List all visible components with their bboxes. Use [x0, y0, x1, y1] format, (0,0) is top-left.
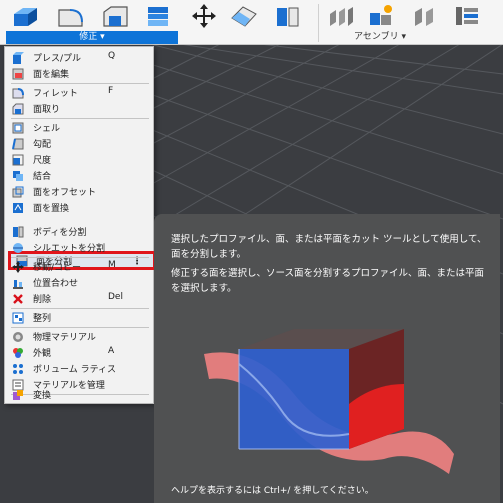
menu-item-label: フィレット: [33, 89, 78, 99]
tooltip-description: 選択したプロファイル、面、または平面をカット ツールとして使用して、面を分割しま…: [171, 234, 487, 260]
tooltip-help-hint: ヘルプを表示するには Ctrl+/ を押してください。: [171, 486, 374, 496]
align-icon: [12, 277, 24, 289]
menu-item-split-body[interactable]: ボディを分割: [5, 224, 153, 240]
chamfer-icon: [12, 103, 24, 115]
menu-divider: [11, 327, 149, 328]
toolbar: 修正 ▾ アセンブリ ▾: [0, 0, 503, 45]
menu-item-shell[interactable]: シェル: [5, 120, 153, 136]
replace-face-icon: [12, 202, 24, 214]
fillet-icon: [12, 87, 24, 99]
shortcut-label: Q: [108, 51, 116, 61]
menu-item-arrange[interactable]: 整列: [5, 310, 153, 326]
menu-divider: [11, 308, 149, 309]
menu-item-label: 面を編集: [33, 70, 70, 80]
menu-item-label: 面取り: [33, 105, 61, 115]
menu-item-press-pull[interactable]: プレス/プル Q: [5, 50, 153, 66]
menu-item-label: 位置合わせ: [33, 279, 79, 289]
joint-icon[interactable]: [326, 2, 356, 30]
menu-item-label: 勾配: [33, 140, 52, 150]
split-face-icon[interactable]: [229, 2, 259, 30]
modify-menu: プレス/プル Q 面を編集 フィレット F 面取り シェル 勾配 尺度 結合 面…: [4, 46, 156, 404]
modify-dropdown[interactable]: 修正 ▾: [6, 31, 178, 44]
volumetric-lattice-icon: [12, 363, 24, 375]
menu-item-label: 外観: [33, 349, 52, 359]
shortcut-label: Del: [108, 292, 123, 302]
as-built-joint-icon[interactable]: [366, 2, 396, 30]
scale-icon: [12, 154, 24, 166]
split-body-icon[interactable]: [273, 2, 303, 30]
assembly-dropdown[interactable]: アセンブリ ▾: [330, 31, 430, 44]
offset-face-icon: [12, 186, 24, 198]
draft-icon: [12, 138, 24, 150]
menu-item-label: ボリューム ラティス: [33, 365, 117, 375]
menu-item-offset-face[interactable]: 面をオフセット: [5, 184, 153, 200]
toolbar-divider: [318, 4, 319, 42]
split-body-icon: [12, 226, 24, 238]
menu-item-combine[interactable]: 結合: [5, 168, 153, 184]
press-pull-icon[interactable]: [10, 2, 40, 30]
menu-item-fillet[interactable]: フィレット F: [5, 85, 153, 101]
menu-item-replace-face[interactable]: 面を置換: [5, 200, 153, 216]
menu-item-align[interactable]: 位置合わせ: [5, 275, 153, 291]
menu-item-appearance[interactable]: 外観 A: [5, 345, 153, 361]
combine-icon: [12, 170, 24, 182]
menu-item-label: 物理マテリアル: [33, 333, 96, 343]
menu-item-label: 面をオフセット: [33, 188, 97, 198]
menu-item-label: 変換: [33, 391, 52, 401]
shell-icon[interactable]: [143, 2, 173, 30]
menu-divider: [11, 257, 149, 258]
menu-item-scale[interactable]: 尺度: [5, 152, 153, 168]
menu-item-label: 削除: [33, 295, 52, 305]
menu-item-move-copy[interactable]: 移動/コピー M: [5, 259, 153, 275]
edit-face-icon: [12, 68, 24, 80]
fillet-icon[interactable]: [56, 2, 86, 30]
move-icon: [12, 261, 24, 273]
shell-icon: [12, 122, 24, 134]
menu-item-label: 移動/コピー: [33, 263, 82, 273]
shortcut-label: F: [108, 86, 114, 96]
silhouette-split-icon: [12, 242, 24, 254]
chamfer-icon[interactable]: [101, 2, 131, 30]
shortcut-label: M: [108, 260, 116, 270]
menu-item-physical-material[interactable]: 物理マテリアル: [5, 329, 153, 345]
menu-item-delete[interactable]: 削除 Del: [5, 291, 153, 307]
menu-item-label: 整列: [33, 314, 52, 324]
menu-item-silhouette-split[interactable]: シルエットを分割: [5, 240, 153, 256]
menu-divider: [11, 83, 149, 84]
menu-item-chamfer[interactable]: 面取り: [5, 101, 153, 117]
appearance-icon: [12, 347, 24, 359]
arrange-icon: [12, 312, 24, 324]
menu-item-label: シェル: [33, 124, 61, 134]
rigid-group-icon[interactable]: [452, 2, 482, 30]
menu-item-edit-face[interactable]: 面を編集: [5, 66, 153, 82]
delete-icon: [12, 293, 24, 305]
menu-item-label: ボディを分割: [33, 228, 87, 238]
physical-material-icon: [12, 331, 24, 343]
menu-item-label: 結合: [33, 172, 52, 182]
menu-item-label: 尺度: [33, 156, 52, 166]
menu-item-label: プレス/プル: [33, 54, 82, 64]
joint-origin-icon[interactable]: [410, 2, 440, 30]
move-icon[interactable]: [189, 2, 219, 30]
press-pull-icon: [12, 52, 24, 64]
menu-item-label: 面を置換: [33, 204, 70, 214]
menu-item-label: シルエットを分割: [33, 244, 106, 254]
menu-divider: [11, 118, 149, 119]
split-face-illustration: [204, 329, 454, 474]
tooltip-instruction: 修正する面を選択し、ソース面を分割するプロファイル、面、または平面を選択します。: [171, 268, 485, 294]
menu-item-volumetric-lattice[interactable]: ボリューム ラティス: [5, 361, 153, 377]
split-face-tooltip: 選択したプロファイル、面、または平面をカット ツールとして使用して、面を分割しま…: [154, 214, 500, 503]
shortcut-label: A: [108, 346, 115, 356]
menu-item-draft[interactable]: 勾配: [5, 136, 153, 152]
menu-item-convert[interactable]: 変換: [5, 387, 153, 403]
convert-icon: [12, 389, 24, 401]
